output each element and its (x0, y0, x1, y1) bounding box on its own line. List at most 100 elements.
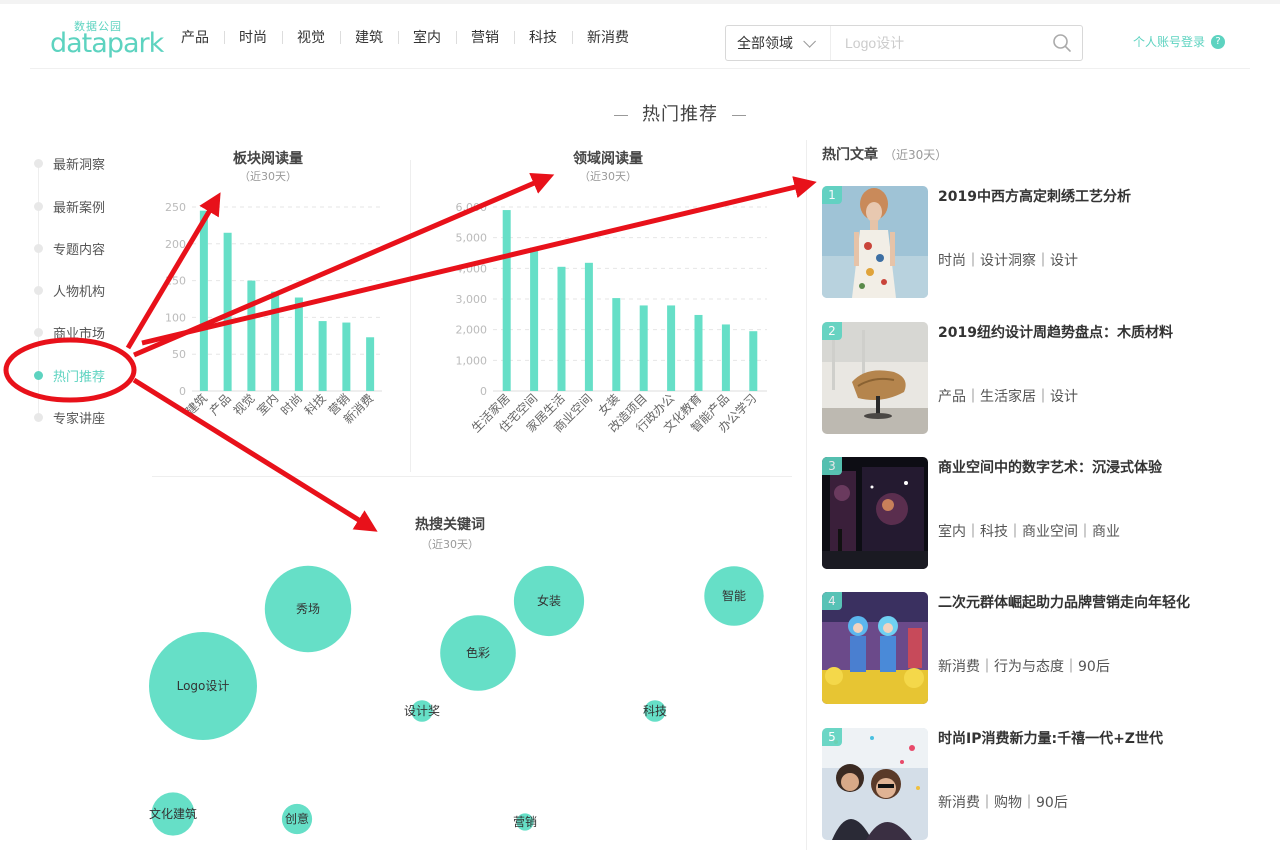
chart2-title: 领域阅读量 (573, 151, 643, 167)
side-item-label: 人物机构 (53, 284, 106, 300)
nav-item-interior[interactable]: 室内 (398, 27, 456, 47)
nav-item-product[interactable]: 产品 (166, 27, 224, 47)
nav-item-tech[interactable]: 科技 (514, 27, 572, 47)
keyword-label[interactable]: 秀场 (296, 602, 320, 616)
keyword-label[interactable]: 设计奖 (404, 704, 440, 718)
article-thumbnail[interactable]: 5 (822, 728, 928, 840)
chevron-down-icon (803, 34, 816, 48)
article-item[interactable]: 4 二次元群体崛起助力品牌营销走向年轻化 新消费｜行为与态度｜90后 (822, 592, 1262, 704)
bar[interactable] (247, 280, 256, 391)
nav-item-marketing[interactable]: 营销 (456, 27, 514, 47)
side-dot (34, 158, 43, 168)
side-item-hot-recommend[interactable]: 热门推荐 (32, 365, 105, 385)
x-tick-label: 室内 (254, 391, 282, 419)
search-input[interactable] (831, 26, 1042, 60)
bar[interactable] (667, 305, 676, 391)
keyword-label[interactable]: 文化建筑 (149, 806, 197, 821)
side-item-latest-cases[interactable]: 最新案例 (32, 196, 105, 216)
bar[interactable] (584, 262, 593, 391)
bar[interactable] (721, 324, 730, 391)
section-title-text: 热门推荐 (642, 104, 718, 125)
header: 数据公园 datapark 产品 时尚 视觉 建筑 室内 营销 科技 新消费 全… (0, 6, 1280, 68)
hot-articles-subtitle: （近30天） (884, 148, 948, 162)
datapark-logo[interactable]: 数据公园 datapark (50, 18, 164, 60)
nav-item-architecture[interactable]: 建筑 (340, 27, 398, 47)
bar[interactable] (366, 337, 375, 391)
bar[interactable] (223, 232, 232, 391)
nav-item-fashion[interactable]: 时尚 (224, 27, 282, 47)
article-title[interactable]: 时尚IP消费新力量:千禧一代+Z世代 (938, 728, 1200, 751)
side-item-latest-insight[interactable]: 最新洞察 (32, 153, 105, 173)
keyword-label[interactable]: 智能 (722, 588, 746, 603)
article-title[interactable]: 2019中西方高定刺绣工艺分析 (938, 186, 1200, 209)
help-icon[interactable]: ? (1211, 34, 1226, 49)
bar[interactable] (271, 291, 280, 391)
keyword-label[interactable]: 营销 (513, 815, 537, 829)
keyword-label[interactable]: 女装 (537, 593, 561, 608)
side-dot (34, 327, 43, 337)
y-tick-label: 0 (179, 385, 186, 398)
y-tick-label: 2,000 (456, 324, 488, 337)
side-item-label: 最新洞察 (53, 157, 106, 173)
article-rank-badge: 3 (822, 457, 842, 475)
top-border (0, 0, 1280, 4)
title-dash-right (732, 114, 746, 116)
keyword-label[interactable]: 创意 (285, 811, 309, 826)
x-tick-label: 产品 (207, 391, 234, 418)
article-item[interactable]: 2 2019纽约设计周趋势盘点：木质材料 产品｜生活家居｜设计 (822, 322, 1262, 434)
domain-readership-chart: 01,0002,0003,0004,0005,0006,000生活家居住宅空间家… (456, 201, 767, 435)
bar[interactable] (342, 322, 351, 391)
bar[interactable] (694, 314, 703, 391)
article-tags: 室内｜科技｜商业空间｜商业 (938, 524, 1120, 540)
keyword-label[interactable]: 科技 (643, 704, 667, 718)
chart2-subtitle: （近30天） (579, 170, 637, 183)
article-title[interactable]: 2019纽约设计周趋势盘点：木质材料 (938, 322, 1200, 345)
bar[interactable] (639, 305, 648, 391)
article-item[interactable]: 1 2019中西方高定刺绣工艺分析 时尚｜设计洞察｜设计 (822, 186, 1262, 298)
logo-en-text: datapark (50, 28, 164, 59)
y-tick-label: 6,000 (456, 201, 488, 214)
hot-keywords-bubble-chart: Logo设计 秀场色彩 女装 智能文化建筑 创意 设计奖 科技营销 (149, 565, 764, 836)
article-tags: 产品｜生活家居｜设计 (938, 389, 1078, 405)
column-divider (806, 140, 807, 850)
bar[interactable] (749, 331, 758, 391)
search-button[interactable] (1042, 26, 1082, 60)
nav-item-visual[interactable]: 视觉 (282, 27, 340, 47)
side-dot (34, 201, 43, 211)
side-item-market[interactable]: 商业市场 (32, 322, 105, 342)
hot-articles-header: 热门文章 （近30天） (822, 144, 947, 164)
article-rank-badge: 5 (822, 728, 842, 746)
article-thumbnail[interactable]: 1 (822, 186, 928, 298)
main-nav: 产品 时尚 视觉 建筑 室内 营销 科技 新消费 (166, 26, 644, 48)
article-item[interactable]: 3 商业空间中的数字艺术：沉浸式体验 室内｜科技｜商业空间｜商业 (822, 457, 1262, 569)
side-dot (34, 243, 43, 253)
login-text: 个人账号登录 (1133, 35, 1206, 49)
side-item-label: 专题内容 (53, 242, 106, 258)
search-bar: 全部领域 (725, 25, 1083, 61)
keyword-label[interactable]: Logo设计 (177, 679, 230, 693)
side-item-people-orgs[interactable]: 人物机构 (32, 280, 105, 300)
side-dot (34, 412, 43, 422)
article-thumbnail[interactable]: 2 (822, 322, 928, 434)
bar[interactable] (612, 298, 621, 391)
login-link[interactable]: 个人账号登录 ? (1133, 33, 1226, 50)
article-thumbnail[interactable]: 4 (822, 592, 928, 704)
bar[interactable] (530, 247, 539, 391)
side-item-expert-lectures[interactable]: 专家讲座 (32, 407, 105, 427)
search-category-select[interactable]: 全部领域 (726, 26, 831, 60)
bar[interactable] (557, 266, 566, 391)
block-readership-chart: 050100150200250建筑产品视觉室内时尚科技营销新消费 (165, 201, 382, 427)
side-item-topics[interactable]: 专题内容 (32, 238, 105, 258)
keyword-label[interactable]: 色彩 (466, 646, 490, 660)
chart3-title: 热搜关键词 (415, 517, 485, 533)
bar[interactable] (199, 210, 208, 391)
bar[interactable] (502, 210, 511, 391)
nav-item-new-consumption[interactable]: 新消费 (572, 27, 644, 47)
article-title[interactable]: 商业空间中的数字艺术：沉浸式体验 (938, 457, 1200, 480)
bar[interactable] (294, 297, 303, 391)
bar[interactable] (318, 321, 327, 391)
article-thumbnail[interactable]: 3 (822, 457, 928, 569)
article-title[interactable]: 二次元群体崛起助力品牌营销走向年轻化 (938, 592, 1200, 615)
article-item[interactable]: 5 时尚IP消费新力量:千禧一代+Z世代 新消费｜购物｜90后 (822, 728, 1262, 840)
hot-articles-title: 热门文章 (822, 147, 878, 163)
